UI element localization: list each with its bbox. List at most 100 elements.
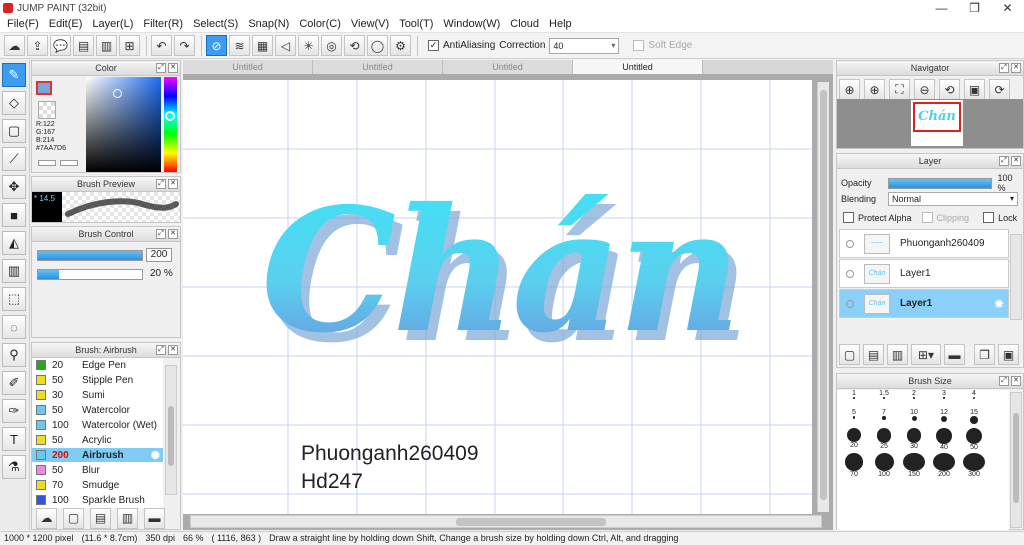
canvas-vertical-scrollbar[interactable] [817,82,829,512]
magic-wand-tool-icon[interactable]: ⚲ [2,343,26,367]
brush-size-option[interactable]: 100 [869,453,899,478]
document-icon[interactable]: ▤ [73,35,94,56]
menu-file[interactable]: File(F) [2,18,44,30]
menu-layer[interactable]: Layer(L) [87,18,138,30]
brush-size-option[interactable]: 40 [929,428,959,453]
maximize-button[interactable]: ❐ [958,0,991,16]
layer-folder-icon[interactable]: ▬ [944,344,965,365]
brush-list-scrollbar[interactable] [165,365,177,495]
brush-settings-icon[interactable]: ▥ [117,507,138,529]
blending-select[interactable]: Normal ▾ [888,192,1018,206]
layer-visibility-icon[interactable] [846,299,854,308]
layer-item-layer1[interactable]: Chán Layer1 [839,259,1009,288]
rectangle-tool-icon[interactable]: ▢ [2,119,26,143]
close-button[interactable]: ✕ [991,0,1024,16]
curve-snap-icon[interactable]: ⟲ [344,35,365,56]
saturation-value-picker[interactable] [86,77,161,172]
zoom-in-alt-icon[interactable]: ⊕ [864,79,885,100]
float-icon[interactable]: ⤢ [999,63,1009,73]
redo-icon[interactable]: ↷ [174,35,195,56]
tab-untitled-2[interactable]: Untitled [313,60,443,75]
brush-size-option[interactable]: 5 [839,409,869,428]
brush-item[interactable]: 20 Edge Pen [32,358,163,373]
move-tool-icon[interactable]: ✥ [2,175,26,199]
menu-snap[interactable]: Snap(N) [243,18,294,30]
tab-untitled-3[interactable]: Untitled [443,60,573,75]
merge-layer-icon[interactable]: ▣ [998,344,1019,365]
transparent-swatch[interactable] [38,101,56,119]
brush-size-option[interactable]: 200 [929,453,959,478]
vertical-scroll-thumb[interactable] [820,90,827,500]
layer-settings-gear-icon[interactable]: ✺ [994,297,1004,311]
layer-list-scrollbar[interactable] [1010,234,1022,320]
grid-icon[interactable]: ⊞ [119,35,140,56]
snap-off-icon[interactable]: ⊘ [206,35,227,56]
menu-window[interactable]: Window(W) [438,18,505,30]
brush-size-option[interactable]: 300 [959,453,989,478]
layer-item-layer1-selected[interactable]: Chán Layer1 ✺ [839,289,1009,318]
brush-size-option[interactable]: 150 [899,453,929,478]
cloud-icon[interactable]: ☁ [4,35,25,56]
rotate-right-icon[interactable]: ⟳ [989,79,1010,100]
perspective-snap-icon[interactable]: ◁ [275,35,296,56]
close-icon[interactable]: ✕ [1011,376,1021,386]
menu-cloud[interactable]: Cloud [505,18,544,30]
close-icon[interactable]: ✕ [168,345,178,355]
brush-folder-icon[interactable]: ▬ [144,507,165,529]
brush-item[interactable]: 100 Sparkle Brush [32,493,163,508]
brush-size-slider[interactable] [37,250,143,261]
brush-size-option[interactable]: 70 [839,453,869,478]
new-layer-alt-icon[interactable]: ▤ [863,344,884,365]
softedge-checkbox[interactable] [633,40,645,51]
circle-snap-icon[interactable]: ◯ [367,35,388,56]
undo-icon[interactable]: ↶ [151,35,172,56]
add-layer-menu-icon[interactable]: ⊞▾ [911,344,941,365]
new-layer-icon[interactable]: ▢ [839,344,860,365]
close-icon[interactable]: ✕ [1011,156,1021,166]
float-icon[interactable]: ⤢ [999,156,1009,166]
brush-size-option[interactable]: 15 [959,409,989,428]
primary-color-swatch[interactable] [36,81,52,95]
brush-size-option[interactable]: 1 [839,390,869,409]
text-tool-icon[interactable]: T [2,427,26,451]
lasso-tool-icon[interactable]: ◌ [2,315,26,339]
gradient-tool-icon[interactable]: ▥ [2,259,26,283]
layer-item-phuonganh[interactable]: ~~~ Phuonganh260409 [839,229,1009,258]
select-eraser-tool-icon[interactable]: ✑ [2,399,26,423]
brush-size-option[interactable]: 30 [899,428,929,453]
menu-color[interactable]: Color(C) [294,18,346,30]
radial-snap-icon[interactable]: ✳ [298,35,319,56]
menu-view[interactable]: View(V) [346,18,394,30]
antialiasing-checkbox[interactable]: ✓ [428,40,439,51]
drawing-canvas[interactable]: Chán Chán Phuonganh260409 Hd247 [183,80,812,514]
close-icon[interactable]: ✕ [168,63,178,73]
navigator-thumbnail[interactable]: Chán [911,100,963,146]
close-icon[interactable]: ✕ [168,179,178,189]
brush-item[interactable]: 50 Blur [32,463,163,478]
brush-item[interactable]: 30 Sumi [32,388,163,403]
bucket-tool-icon[interactable]: ◭ [2,231,26,255]
brush-size-option[interactable]: 7 [869,409,899,428]
brush-size-option[interactable]: 4 [959,390,989,409]
concentric-snap-icon[interactable]: ◎ [321,35,342,56]
brush-item[interactable]: 100 Watercolor (Wet) [32,418,163,433]
correction-select[interactable]: 40 [549,37,620,54]
fit-screen-icon[interactable]: ⛶ [889,79,910,100]
grid-snap-icon[interactable]: ▦ [252,35,273,56]
brush-item[interactable]: 50 Acrylic [32,433,163,448]
line-tool-icon[interactable]: ⟋ [2,147,26,171]
brush-size-scrollbar[interactable] [1010,392,1022,528]
eyedropper-tool-icon[interactable]: ⚗ [2,455,26,479]
hue-slider[interactable] [164,77,177,172]
brush-item[interactable]: 200 Airbrush ✺ [32,448,163,463]
layer-opacity-slider[interactable] [887,177,992,189]
select-rect-tool-icon[interactable]: ⬚ [2,287,26,311]
select-pen-tool-icon[interactable]: ✐ [2,371,26,395]
float-icon[interactable]: ⤢ [999,376,1009,386]
export-icon[interactable]: ⇪ [27,35,48,56]
zoom-in-icon[interactable]: ⊕ [839,79,860,100]
brush-size-option[interactable]: 10 [899,409,929,428]
brush-item[interactable]: 50 Watercolor [32,403,163,418]
tab-untitled-4[interactable]: Untitled [573,60,703,75]
brush-size-scroll-thumb[interactable] [1013,413,1019,503]
